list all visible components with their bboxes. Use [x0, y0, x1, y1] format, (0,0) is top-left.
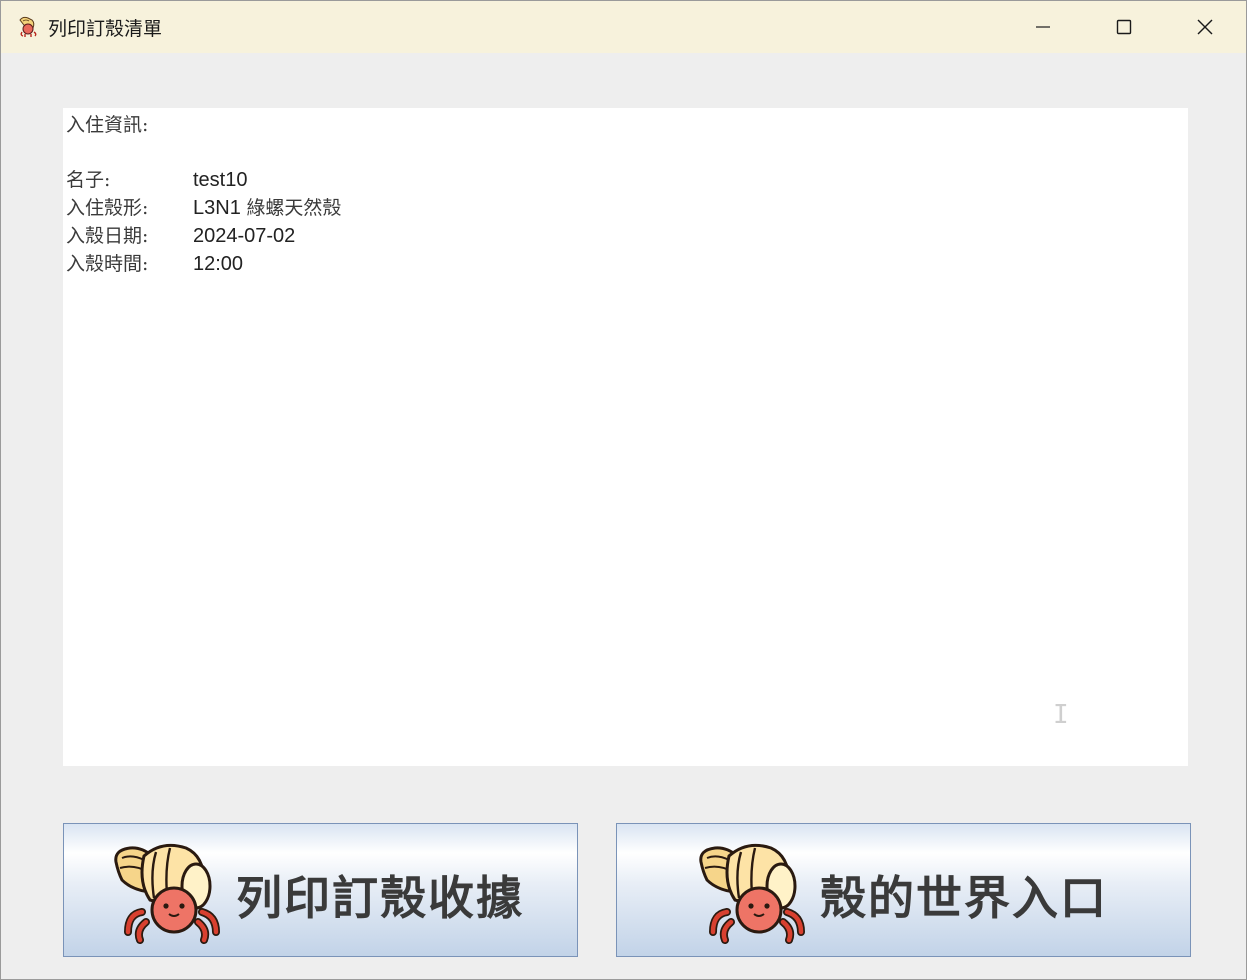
row-label: 入殼日期:: [66, 225, 149, 247]
maximize-icon: [1116, 19, 1132, 35]
minimize-button[interactable]: [1003, 1, 1083, 53]
row-value: test10: [193, 169, 248, 191]
title-bar[interactable]: 列印訂殼清單: [1, 1, 1246, 53]
hermit-crab-icon: [114, 843, 220, 944]
hermit-crab-icon: [699, 843, 805, 944]
row-label: 名子:: [66, 169, 111, 191]
print-receipt-button[interactable]: 列印訂殼收據: [63, 823, 578, 957]
print-receipt-label: 列印訂殼收據: [236, 871, 524, 925]
row-value: 12:00: [193, 253, 244, 275]
row-value: 2024-07-02: [193, 225, 296, 247]
shell-world-button[interactable]: 殼的世界入口: [616, 823, 1191, 957]
maximize-button[interactable]: [1084, 1, 1164, 53]
minimize-icon: [1036, 26, 1050, 28]
row-label: 入殼時間:: [66, 253, 149, 275]
app-window: 列印訂殼清單 入住資訊: 名子: test10 入住殼形: L3N1 綠螺天然殼…: [0, 0, 1247, 980]
info-text-area[interactable]: 入住資訊: 名子: test10 入住殼形: L3N1 綠螺天然殼 入殼日期: …: [63, 108, 1188, 766]
window-title: 列印訂殼清單: [48, 18, 163, 40]
close-icon: [1197, 19, 1213, 35]
row-value: L3N1 綠螺天然殼: [193, 197, 342, 219]
shell-world-label: 殼的世界入口: [820, 871, 1108, 925]
text-cursor-icon: I: [1053, 700, 1069, 730]
row-label: 入住殼形:: [66, 197, 149, 219]
hermit-crab-app-icon: [17, 14, 41, 38]
close-button[interactable]: [1165, 1, 1245, 53]
